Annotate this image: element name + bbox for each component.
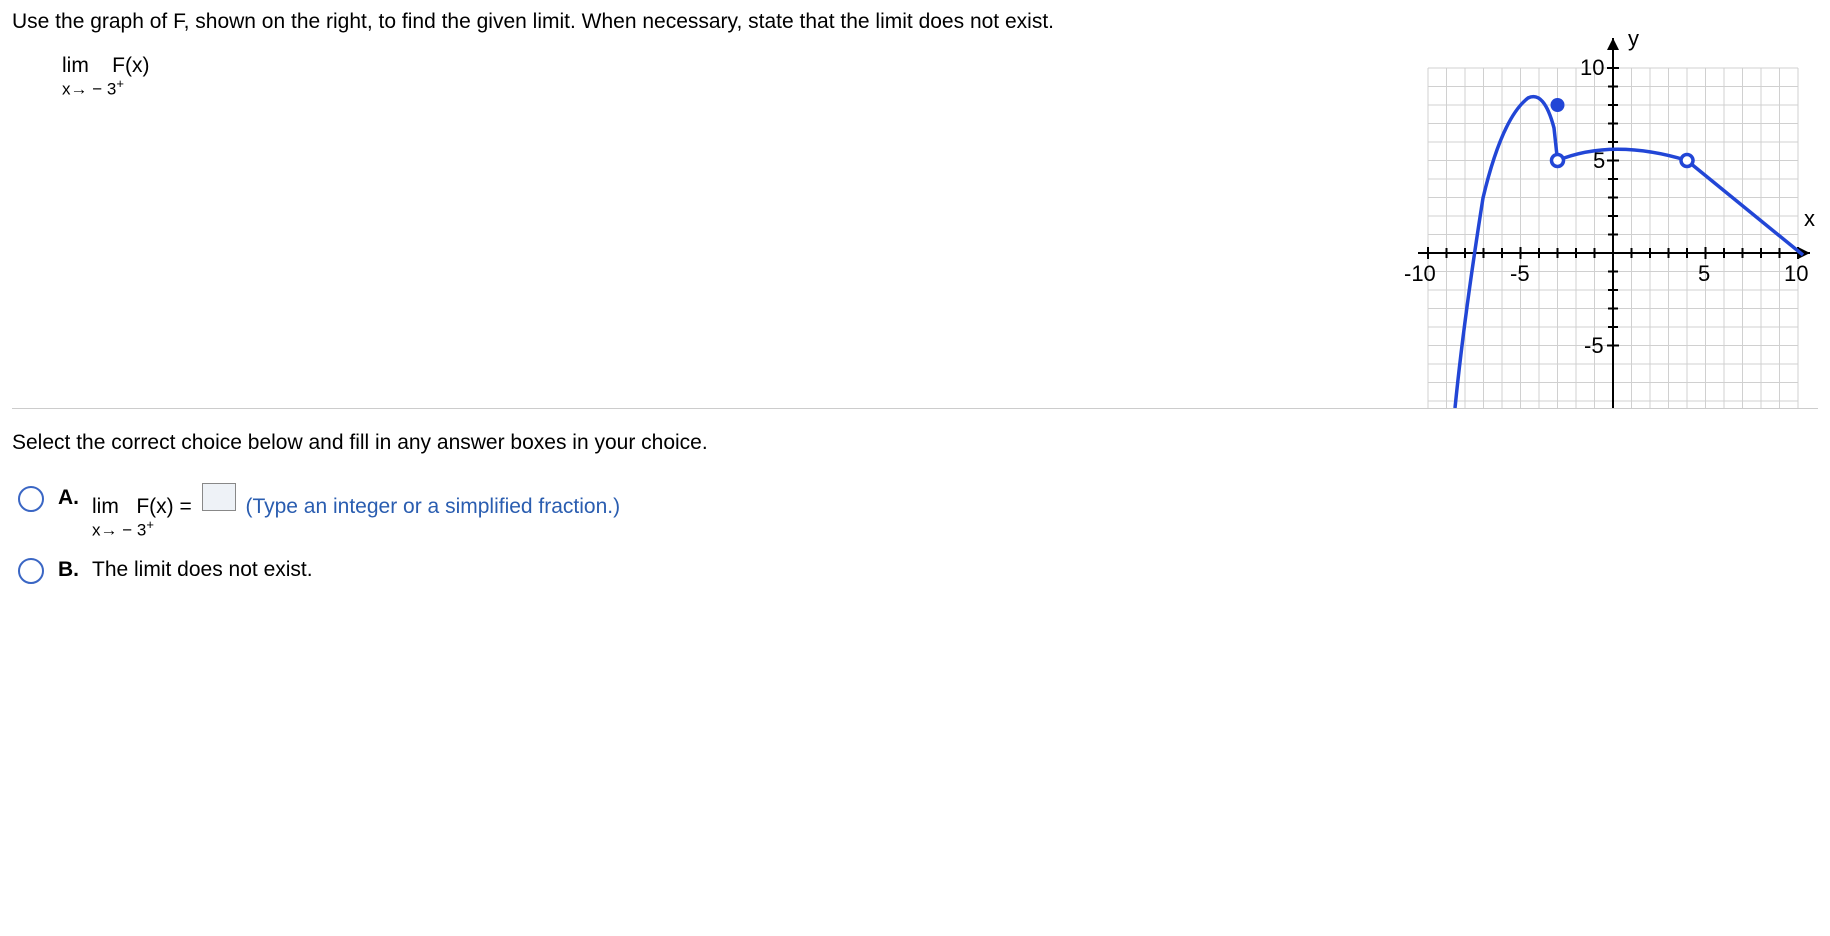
choice-a-limit: lim F(x) = (Type an integer or a simplif… (92, 483, 620, 541)
limit-expression: lim F(x) x→ − 3+ (62, 54, 1378, 100)
limit-approach: x→ − 3 (62, 80, 116, 99)
choice-a-letter: A. (58, 486, 84, 510)
radio-a[interactable] (18, 486, 44, 512)
question-prompt: Use the graph of F, shown on the right, … (12, 8, 1378, 36)
question-column: Use the graph of F, shown on the right, … (12, 8, 1398, 100)
open-point-neg3 (1552, 155, 1564, 167)
open-point-4 (1681, 155, 1693, 167)
choice-a-side: + (146, 517, 154, 532)
tick-x10: 10 (1784, 261, 1808, 286)
choice-a-hint: (Type an integer or a simplified fractio… (245, 495, 620, 518)
tick-x5: 5 (1698, 261, 1710, 286)
limit-fn: F(x) (112, 54, 149, 77)
limit-word: lim (62, 54, 89, 77)
choice-a-approach: x→ − 3 (92, 521, 146, 540)
choice-b-letter: B. (58, 558, 84, 582)
answer-area: Select the correct choice below and fill… (12, 409, 1818, 584)
tick-yneg5: -5 (1584, 333, 1604, 358)
tick-xneg5: -5 (1510, 261, 1530, 286)
choice-b-text: The limit does not exist. (92, 558, 313, 582)
choice-a-limit-word: lim (92, 495, 119, 518)
choice-a-limit-fn: F(x) = (136, 495, 191, 518)
choice-b-row: B. The limit does not exist. (18, 555, 1818, 584)
answer-input-box[interactable] (202, 483, 236, 511)
choice-a-row: A. lim F(x) = (Type an integer or a simp… (18, 483, 1818, 541)
function-graph: y x -10 -5 5 10 10 5 -5 (1398, 8, 1818, 408)
radio-b[interactable] (18, 558, 44, 584)
y-axis-label: y (1628, 26, 1639, 51)
tick-y10: 10 (1580, 55, 1604, 80)
graph-panel: y x -10 -5 5 10 10 5 -5 (1398, 8, 1818, 408)
x-axis-label: x (1804, 206, 1815, 231)
tick-xneg10: -10 (1404, 261, 1436, 286)
limit-side: + (116, 76, 124, 91)
closed-point-neg3 (1551, 98, 1565, 112)
answer-instruction: Select the correct choice below and fill… (12, 431, 1818, 455)
